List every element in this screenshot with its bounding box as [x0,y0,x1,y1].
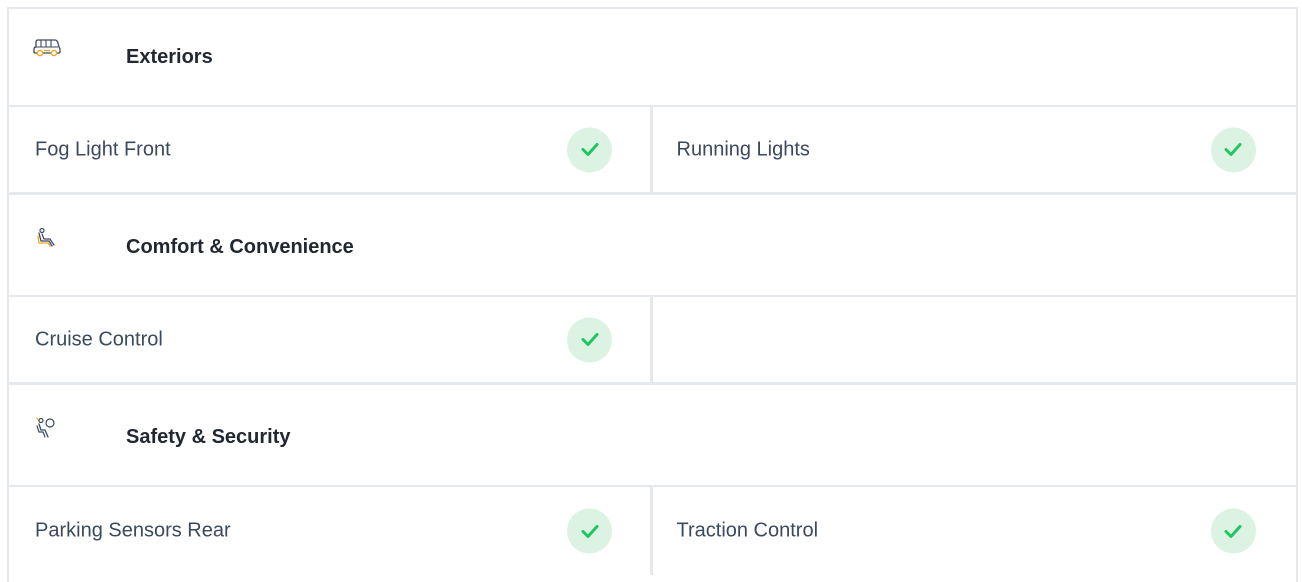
feature-row: Cruise Control [9,295,1296,385]
feature-label: Cruise Control [35,328,163,350]
feature-item: Cruise Control [9,297,653,382]
feature-label: Traction Control [676,519,819,542]
section-title: Exteriors [126,45,213,68]
section-header-exteriors: Exteriors [9,9,1296,105]
check-icon [1210,127,1256,172]
features-panel: Exteriors Fog Light Front Running Lights [7,7,1298,582]
feature-item: Running Lights [653,107,1297,192]
check-icon [1210,508,1256,554]
airbag-icon [33,417,61,439]
car-icon [33,37,61,59]
feature-item: Parking Sensors Rear [9,487,653,575]
check-icon [567,317,612,362]
feature-item: Fog Light Front [9,107,653,192]
section-title: Comfort & Convenience [126,235,354,258]
check-icon [567,508,612,554]
section-header-safety: Safety & Security [9,389,1296,485]
check-icon [567,127,612,172]
feature-label: Parking Sensors Rear [35,519,231,542]
seat-icon [33,227,61,249]
feature-item: Traction Control [653,487,1297,575]
section-title: Safety & Security [126,425,291,448]
section-header-comfort: Comfort & Convenience [9,199,1296,295]
feature-row: Parking Sensors Rear Traction Control [9,485,1296,575]
feature-label: Fog Light Front [35,138,171,160]
feature-row: Fog Light Front Running Lights [9,105,1296,195]
feature-label: Running Lights [676,138,810,160]
feature-item-empty [653,297,1297,382]
